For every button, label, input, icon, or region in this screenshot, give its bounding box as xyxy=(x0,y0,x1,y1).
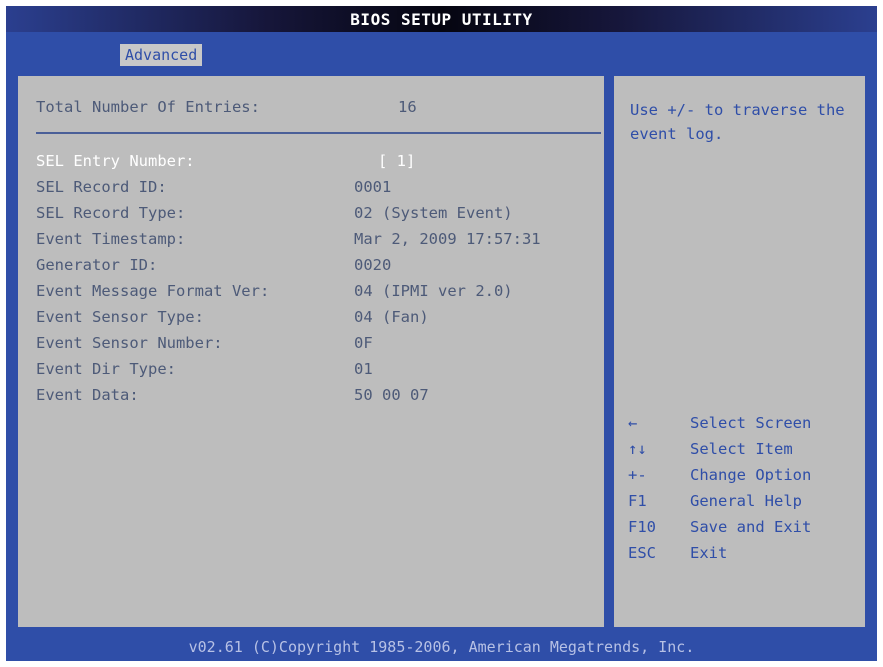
record-value: 02 (System Event) xyxy=(354,204,513,222)
total-entries-label: Total Number Of Entries: xyxy=(36,98,260,116)
total-entries-value: 16 xyxy=(398,98,417,116)
sel-entry-label: SEL Entry Number: xyxy=(36,152,195,170)
divider xyxy=(36,132,601,134)
record-value: 0020 xyxy=(354,256,392,274)
record-label: Event Dir Type: xyxy=(36,360,176,378)
help-panel: Use +/- to traverse the event log. ← Sel… xyxy=(612,74,867,629)
record-label: Generator ID: xyxy=(36,256,158,274)
record-label: Event Message Format Ver: xyxy=(36,282,270,300)
record-label: Event Sensor Type: xyxy=(36,308,204,326)
key-action: Select Item xyxy=(690,440,793,458)
record-value: 01 xyxy=(354,360,373,378)
record-value: 04 (IPMI ver 2.0) xyxy=(354,282,513,300)
record-value: 0F xyxy=(354,334,373,352)
record-label: Event Sensor Number: xyxy=(36,334,223,352)
bios-screen: BIOS SETUP UTILITY Advanced Total Number… xyxy=(6,6,877,661)
key-action: General Help xyxy=(690,492,802,510)
sel-entry-value[interactable]: [ 1] xyxy=(378,152,415,170)
footer: v02.61 (C)Copyright 1985-2006, American … xyxy=(6,634,877,661)
key-symbol: ESC xyxy=(628,544,656,562)
key-symbol: ← xyxy=(628,414,638,432)
key-symbol: +- xyxy=(628,466,647,484)
record-value: 04 (Fan) xyxy=(354,308,429,326)
copyright-text: v02.61 (C)Copyright 1985-2006, American … xyxy=(188,638,695,656)
record-label: SEL Record ID: xyxy=(36,178,167,196)
key-action: Save and Exit xyxy=(690,518,812,536)
key-symbol: F10 xyxy=(628,518,656,536)
record-label: SEL Record Type: xyxy=(36,204,186,222)
record-value: 0001 xyxy=(354,178,392,196)
title-bar: BIOS SETUP UTILITY xyxy=(6,6,877,32)
sel-entry-panel: Total Number Of Entries: 16 SEL Entry Nu… xyxy=(16,74,606,629)
record-value: 50 00 07 xyxy=(354,386,429,404)
record-label: Event Timestamp: xyxy=(36,230,186,248)
record-value: Mar 2, 2009 17:57:31 xyxy=(354,230,541,248)
app-title: BIOS SETUP UTILITY xyxy=(350,10,533,29)
key-symbol: F1 xyxy=(628,492,647,510)
tab-strip: Advanced xyxy=(6,32,877,66)
key-action: Change Option xyxy=(690,466,812,484)
key-action: Select Screen xyxy=(690,414,812,432)
record-label: Event Data: xyxy=(36,386,139,404)
key-symbol: ↑↓ xyxy=(628,440,647,458)
help-text: Use +/- to traverse the event log. xyxy=(630,101,845,143)
key-action: Exit xyxy=(690,544,728,562)
tab-advanced[interactable]: Advanced xyxy=(120,44,203,66)
